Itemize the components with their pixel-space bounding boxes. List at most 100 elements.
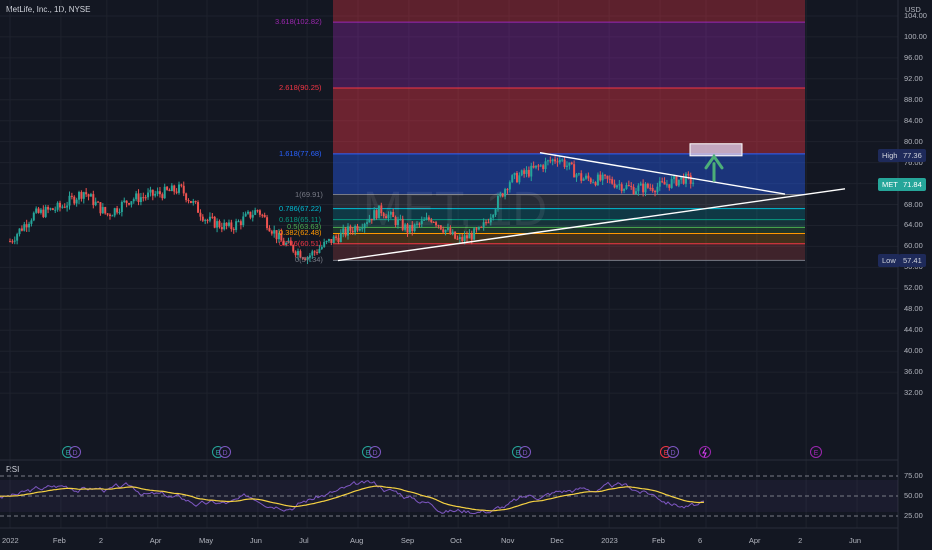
candle-body — [180, 184, 183, 186]
candle-body — [375, 210, 378, 219]
candle-body — [454, 231, 457, 239]
candle-body — [261, 214, 264, 216]
candle-body — [468, 233, 471, 239]
candle-body — [487, 222, 490, 224]
candle-body — [416, 223, 419, 225]
target-box — [689, 143, 743, 157]
candle-body — [425, 217, 428, 220]
candle-body — [47, 206, 50, 210]
candle-body — [461, 237, 464, 241]
candle-body — [161, 194, 164, 199]
candle-body — [316, 252, 319, 254]
price-tag-current-value[interactable]: 71.84 — [899, 178, 926, 192]
watermark-text: MET, 1D — [363, 183, 547, 236]
candle-body — [606, 175, 609, 179]
candle-body — [592, 182, 595, 184]
candle-body — [639, 183, 642, 186]
candle-body — [651, 187, 654, 192]
price-tag-high-value[interactable]: 77.36 — [899, 149, 926, 163]
candle-body — [575, 174, 578, 178]
candle-body — [475, 228, 478, 230]
candle-body — [423, 219, 426, 221]
candle-body — [128, 203, 131, 205]
candle-body — [137, 193, 140, 203]
candle-body — [692, 182, 695, 184]
candle-body — [37, 208, 40, 213]
candle-body — [684, 173, 687, 184]
candle-body — [101, 207, 104, 214]
candle-body — [44, 206, 47, 217]
candle-body — [330, 239, 333, 243]
candle-body — [530, 165, 533, 177]
candle-body — [232, 229, 235, 231]
candle-body — [39, 209, 42, 213]
candle-body — [508, 182, 511, 190]
fib-level-label: 3.618(102.82) — [275, 17, 322, 27]
candle-body — [554, 159, 557, 162]
candle-body — [501, 193, 504, 197]
candle-body — [523, 170, 526, 174]
candle-body — [135, 193, 138, 200]
candle-body — [56, 202, 59, 210]
candle-body — [185, 193, 188, 201]
candle-body — [237, 221, 240, 223]
candle-body — [630, 186, 633, 188]
candle-body — [465, 235, 468, 239]
candle-body — [604, 174, 607, 176]
candle-body — [258, 210, 261, 215]
x-tick-label: 6 — [698, 536, 703, 545]
candle-body — [344, 228, 347, 236]
candle-body — [549, 160, 552, 162]
candle-body — [515, 172, 518, 183]
candle-body — [66, 205, 69, 208]
x-tick-label: Jul — [299, 536, 309, 545]
candle-body — [220, 227, 223, 230]
candle-body — [85, 192, 88, 195]
fib-level-label: 0(57.34) — [295, 255, 323, 265]
candle-body — [92, 194, 95, 206]
candle-body — [618, 184, 621, 186]
candle-body — [242, 216, 245, 226]
candle-body — [187, 200, 190, 202]
candle-body — [687, 173, 690, 176]
x-tick-label: Apr — [748, 536, 761, 545]
y-tick-label: 104.00 — [904, 10, 927, 20]
candle-body — [377, 205, 380, 219]
candle-body — [665, 184, 668, 186]
candle-body — [615, 185, 618, 188]
candle-body — [61, 206, 64, 208]
candle-body — [537, 165, 540, 167]
candle-body — [199, 212, 202, 217]
candle-body — [580, 173, 583, 181]
y-tick-label: 52.00 — [904, 283, 923, 293]
candle-body — [108, 214, 111, 216]
candle-body — [87, 194, 90, 197]
candle-body — [170, 185, 173, 192]
candle-body — [432, 221, 435, 223]
candle-body — [106, 213, 109, 215]
candle-body — [558, 159, 561, 163]
fib-level-label: 0.618(65.11) — [279, 214, 321, 224]
candle-body — [396, 219, 399, 225]
candle-body — [380, 205, 383, 214]
price-tag-low-value[interactable]: 57.41 — [899, 253, 926, 267]
y-tick-label: 80.00 — [904, 136, 923, 146]
candle-body — [613, 183, 616, 188]
price-chart[interactable]: MET, 1D EDEDEDEDEDE — [0, 0, 932, 550]
event-badge-icon: D — [219, 446, 231, 458]
x-tick-label: Nov — [501, 536, 515, 545]
candle-body — [577, 173, 580, 175]
candle-body — [49, 208, 52, 210]
event-badge-letter: D — [72, 450, 77, 457]
candle-body — [166, 186, 169, 190]
candle-body — [197, 202, 200, 213]
candle-body — [442, 229, 445, 233]
candle-body — [116, 208, 119, 213]
candle-body — [406, 224, 409, 233]
x-tick-label: Apr — [149, 536, 162, 545]
candle-body — [408, 224, 411, 233]
candle-body — [625, 185, 628, 189]
fib-level-label: 1.618(77.68) — [279, 148, 322, 158]
x-tick-label: Jun — [249, 536, 262, 545]
candle-body — [151, 189, 154, 196]
